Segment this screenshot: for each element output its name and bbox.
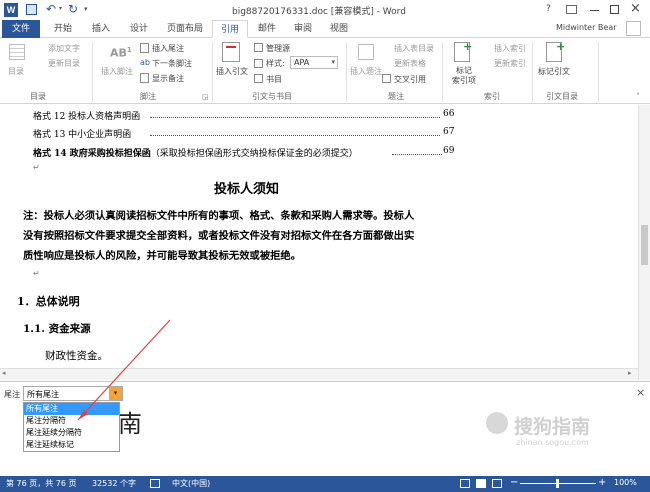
annotation-arrow: [77, 319, 171, 421]
